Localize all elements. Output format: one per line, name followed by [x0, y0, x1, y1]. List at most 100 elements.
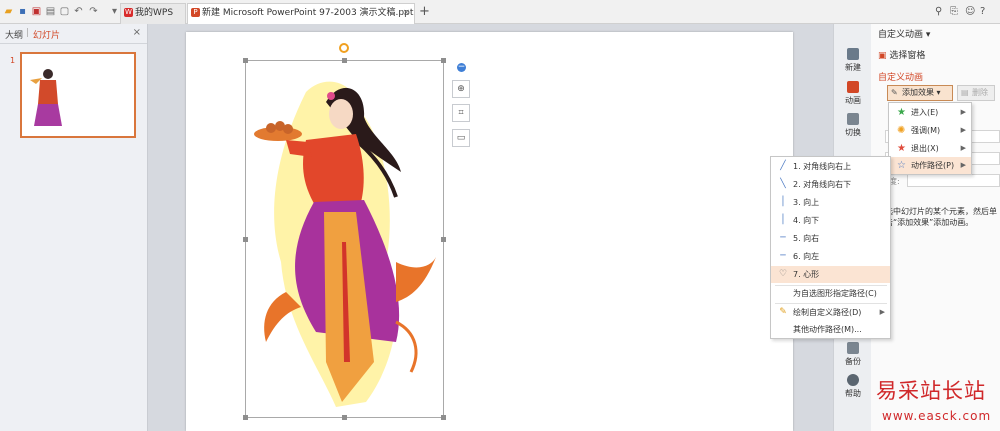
strip-label: 备份 — [845, 357, 861, 366]
slides-panel-header: 大纲 | 幻灯片 × — [0, 24, 147, 44]
strip-label: 帮助 — [845, 389, 861, 398]
zoom-icon[interactable]: ⊕ — [452, 80, 470, 98]
tab-my-wps[interactable]: W 我的WPS — [120, 3, 186, 24]
speed-field[interactable] — [907, 174, 1000, 187]
frame-icon[interactable]: ▭ — [452, 129, 470, 147]
animation-icon — [847, 81, 859, 93]
submenu-arrow-icon: ▶ — [960, 144, 966, 152]
skin-icon[interactable]: ⚲ — [935, 6, 942, 17]
path-item-label: 其他动作路径(M)... — [793, 325, 862, 334]
resize-handle[interactable] — [243, 58, 248, 63]
pdf-icon[interactable]: ▣ — [31, 6, 42, 17]
path-item-more[interactable]: 其他动作路径(M)... — [771, 321, 890, 338]
backup-icon — [847, 342, 859, 354]
strip-item-new[interactable]: 新建 — [834, 48, 872, 73]
collapse-icon[interactable]: − — [457, 63, 466, 72]
resize-handle[interactable] — [441, 237, 446, 242]
submenu-arrow-icon: ▶ — [960, 161, 966, 169]
slide-number: 1 — [10, 56, 16, 65]
path-item-up[interactable]: │ 3. 向上 — [771, 194, 890, 211]
pane-hint: 选中幻灯片的某个元素，然后单击“添加效果”添加动画。 — [885, 207, 997, 227]
resize-handle[interactable] — [342, 58, 347, 63]
tab-outline[interactable]: 大纲 — [5, 28, 23, 41]
menu-item-motion-path[interactable]: ☆ 动作路径(P) ▶ — [889, 157, 971, 174]
line-up-icon: │ — [780, 197, 786, 207]
resize-handle[interactable] — [441, 415, 446, 420]
submenu-arrow-icon: ▶ — [879, 308, 885, 316]
resize-handle[interactable] — [441, 58, 446, 63]
watermark-url: www.easck.com — [882, 409, 992, 423]
path-item-diagonal-down-right[interactable]: ╲ 2. 对角线向右下 — [771, 176, 890, 193]
path-item-label: 绘制自定义路径(D) — [793, 308, 862, 317]
path-item-down[interactable]: │ 4. 向下 — [771, 212, 890, 229]
path-item-diagonal-up-right[interactable]: ╱ 1. 对角线向右上 — [771, 158, 890, 175]
tab-label: 新建 Microsoft PowerPoint 97-2003 演示文稿.ppt… — [202, 8, 415, 18]
close-panel-icon[interactable]: × — [133, 27, 141, 38]
path-item-label: 1. 对角线向右上 — [793, 162, 852, 171]
path-item-custom-shape[interactable]: 为自选图形指定路径(C) — [771, 285, 890, 302]
line-left-icon: ─ — [780, 251, 786, 261]
delete-label: 删除 — [972, 88, 988, 97]
menu-item-label: 退出(X) — [911, 144, 939, 153]
slide-thumbnail[interactable] — [20, 52, 136, 138]
strip-label: 动画 — [845, 96, 861, 105]
dropdown-icon[interactable]: ▾ — [109, 6, 120, 17]
redo-icon[interactable]: ↷ — [88, 6, 99, 17]
path-item-label: 2. 对角线向右下 — [793, 180, 852, 189]
pane-title[interactable]: 自定义动画 ▾ — [878, 27, 930, 40]
undo-icon[interactable]: ↶ — [73, 6, 84, 17]
trash-icon: ▤ — [961, 88, 969, 97]
delete-button[interactable]: ▤ 删除 — [957, 85, 995, 101]
select-pane-button[interactable]: ▣ 选择窗格 — [878, 48, 925, 61]
print-icon[interactable]: ▤ — [45, 6, 56, 17]
submenu-arrow-icon: ▶ — [960, 108, 966, 116]
draw-path-icon: ✎ — [779, 307, 787, 317]
open-icon[interactable]: ▰ — [3, 6, 14, 17]
title-bar: ▰ ▪ ▣ ▤ ▢ ↶ ↷ ▾ W 我的WPS P 新建 Microsoft P… — [0, 0, 1000, 24]
strip-item-animation[interactable]: 动画 — [834, 81, 872, 106]
resize-handle[interactable] — [243, 415, 248, 420]
resize-handle[interactable] — [342, 415, 347, 420]
tab-label: 我的WPS — [135, 8, 174, 18]
new-icon — [847, 48, 859, 60]
path-item-heart[interactable]: ♡ 7. 心形 — [771, 266, 890, 283]
line-down-icon: │ — [780, 215, 786, 225]
help-icon[interactable]: ? — [980, 6, 985, 17]
menu-item-label: 进入(E) — [911, 108, 939, 117]
strip-label: 切换 — [845, 128, 861, 137]
emphasis-star-icon: ✺ — [897, 125, 906, 136]
tab-document[interactable]: P 新建 Microsoft PowerPoint 97-2003 演示文稿.p… — [187, 3, 415, 24]
resize-handle[interactable] — [243, 237, 248, 242]
help-circle-icon — [847, 374, 859, 386]
add-effect-label: 添加效果 ▾ — [902, 88, 941, 97]
path-item-draw-custom[interactable]: ✎ 绘制自定义路径(D) ▶ — [771, 304, 890, 321]
close-tab-icon[interactable]: × — [402, 4, 410, 23]
preview-icon[interactable]: ▢ — [59, 6, 70, 17]
menu-item-emphasis[interactable]: ✺ 强调(M) ▶ — [889, 122, 971, 139]
pane-subtitle: 自定义动画 — [878, 73, 924, 83]
save-icon[interactable]: ▪ — [17, 6, 28, 17]
strip-item-transition[interactable]: 切换 — [834, 113, 872, 138]
selection-frame[interactable] — [245, 60, 444, 418]
diagonal-up-right-icon: ╱ — [780, 161, 786, 171]
tab-slides[interactable]: 幻灯片 — [33, 28, 60, 41]
path-item-right[interactable]: ─ 5. 向右 — [771, 230, 890, 247]
add-effect-menu: ★ 进入(E) ▶ ✺ 强调(M) ▶ ★ 退出(X) ▶ ☆ 动作路径(P) … — [888, 102, 972, 175]
menu-item-label: 动作路径(P) — [911, 161, 955, 170]
menu-item-entrance[interactable]: ★ 进入(E) ▶ — [889, 104, 971, 121]
rotate-handle[interactable] — [339, 43, 349, 53]
strip-item-help[interactable]: 帮助 — [834, 374, 872, 399]
add-effect-button[interactable]: ✎ 添加效果 ▾ — [887, 85, 953, 101]
share-icon[interactable]: ⎘ — [950, 6, 958, 17]
strip-item-backup[interactable]: 备份 — [834, 342, 872, 367]
transition-icon — [847, 113, 859, 125]
menu-item-exit[interactable]: ★ 退出(X) ▶ — [889, 140, 971, 157]
path-item-left[interactable]: ─ 6. 向左 — [771, 248, 890, 265]
crop-icon[interactable]: ⌗ — [452, 104, 470, 122]
add-tab-button[interactable]: + — [419, 4, 430, 19]
diagonal-down-right-icon: ╲ — [780, 179, 786, 189]
path-item-label: 6. 向左 — [793, 252, 820, 261]
account-icon[interactable]: ☺ — [965, 6, 975, 17]
path-item-label: 5. 向右 — [793, 234, 820, 243]
strip-label: 新建 — [845, 63, 861, 72]
